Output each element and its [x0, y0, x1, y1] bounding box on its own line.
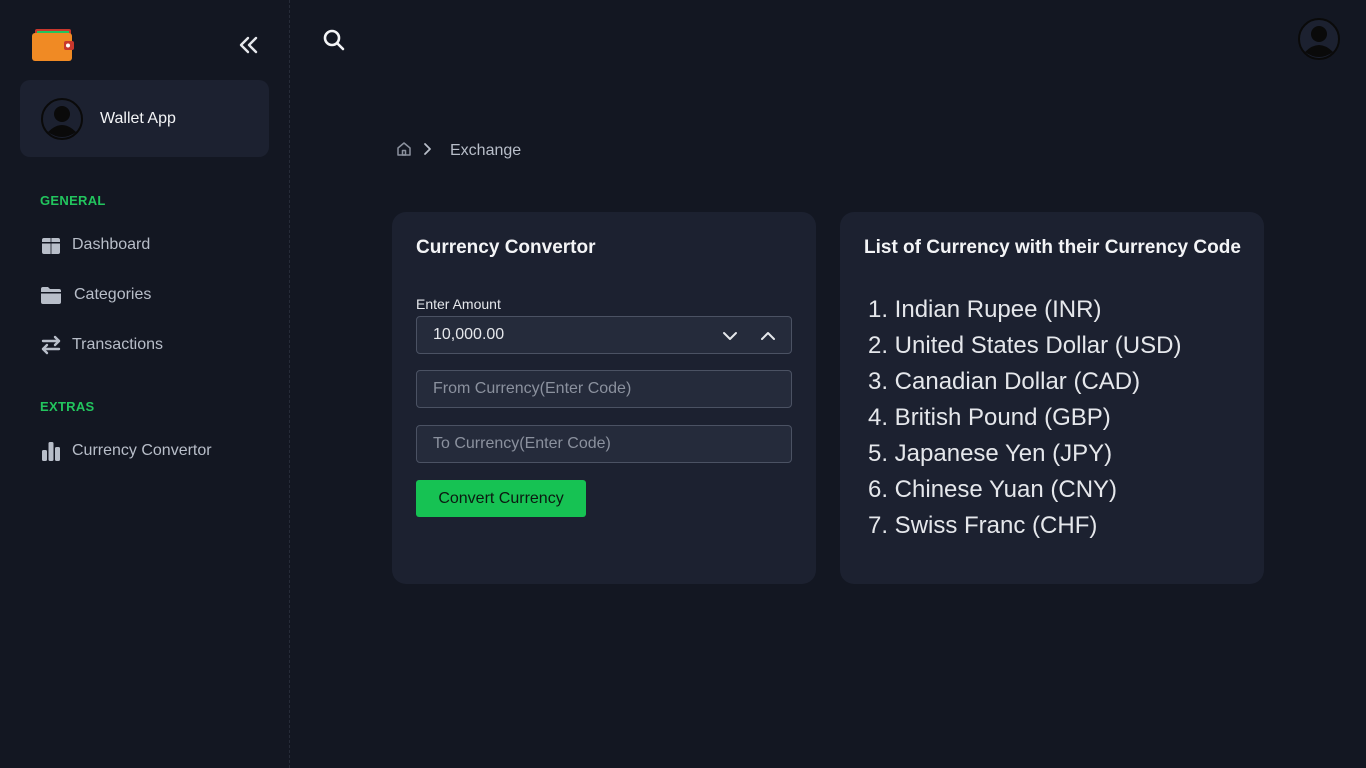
- sidebar-item-label: Categories: [74, 286, 152, 303]
- converter-title: Currency Convertor: [416, 237, 596, 258]
- chevron-down-icon[interactable]: [719, 325, 741, 347]
- currency-list-card: List of Currency with their Currency Cod…: [840, 212, 1264, 584]
- sidebar-item-currency-convertor[interactable]: Currency Convertor: [40, 438, 212, 464]
- bar-chart-icon: [40, 440, 62, 462]
- profile-name: Wallet App: [100, 109, 176, 127]
- sidebar-item-label: Currency Convertor: [72, 442, 212, 459]
- breadcrumb-current: Exchange: [450, 142, 522, 159]
- dashboard-icon: [40, 234, 62, 256]
- currency-converter-card: Currency Convertor Enter Amount 10,000.0…: [392, 212, 816, 584]
- wallet-logo-icon[interactable]: [32, 28, 76, 62]
- arrows-swap-icon: [40, 334, 62, 356]
- user-avatar[interactable]: [1298, 18, 1340, 60]
- avatar: [41, 97, 83, 140]
- list-item: 3. Canadian Dollar (CAD): [868, 368, 1141, 395]
- sidebar-item-label: Transactions: [72, 336, 163, 353]
- amount-value: 10,000.00: [433, 326, 505, 343]
- from-currency-input[interactable]: [416, 370, 792, 408]
- sidebar-item-label: Dashboard: [72, 236, 151, 253]
- list-item: 1. Indian Rupee (INR): [868, 296, 1102, 323]
- list-item: 4. British Pound (GBP): [868, 404, 1111, 431]
- convert-currency-button[interactable]: Convert Currency: [416, 480, 586, 517]
- list-item: 7. Swiss Franc (CHF): [868, 512, 1098, 539]
- to-currency-input[interactable]: [416, 425, 792, 463]
- sidebar-item-categories[interactable]: Categories: [40, 282, 151, 308]
- sidebar: Wallet App GENERAL Dashboard Categories …: [0, 0, 290, 768]
- collapse-sidebar-icon[interactable]: [236, 32, 262, 58]
- list-item: 5. Japanese Yen (JPY): [868, 440, 1113, 467]
- breadcrumb: Exchange: [396, 140, 521, 162]
- amount-input[interactable]: 10,000.00: [416, 316, 792, 354]
- chevron-up-icon[interactable]: [757, 325, 779, 347]
- currency-list-title: List of Currency with their Currency Cod…: [864, 237, 1241, 258]
- currency-list: 1. Indian Rupee (INR) 2. United States D…: [868, 292, 1181, 544]
- list-item: 2. United States Dollar (USD): [868, 332, 1182, 359]
- sidebar-item-dashboard[interactable]: Dashboard: [40, 232, 150, 258]
- amount-label: Enter Amount: [416, 296, 501, 312]
- chevron-right-icon: [422, 142, 432, 161]
- amount-stepper: [719, 317, 779, 355]
- sidebar-item-transactions[interactable]: Transactions: [40, 332, 163, 358]
- section-title-general: GENERAL: [40, 193, 106, 208]
- list-item: 6. Chinese Yuan (CNY): [868, 476, 1118, 503]
- section-title-extras: EXTRAS: [40, 399, 95, 414]
- folder-icon: [40, 284, 62, 306]
- search-icon[interactable]: [322, 28, 346, 52]
- profile-card[interactable]: Wallet App: [20, 80, 269, 157]
- home-icon[interactable]: [396, 141, 412, 162]
